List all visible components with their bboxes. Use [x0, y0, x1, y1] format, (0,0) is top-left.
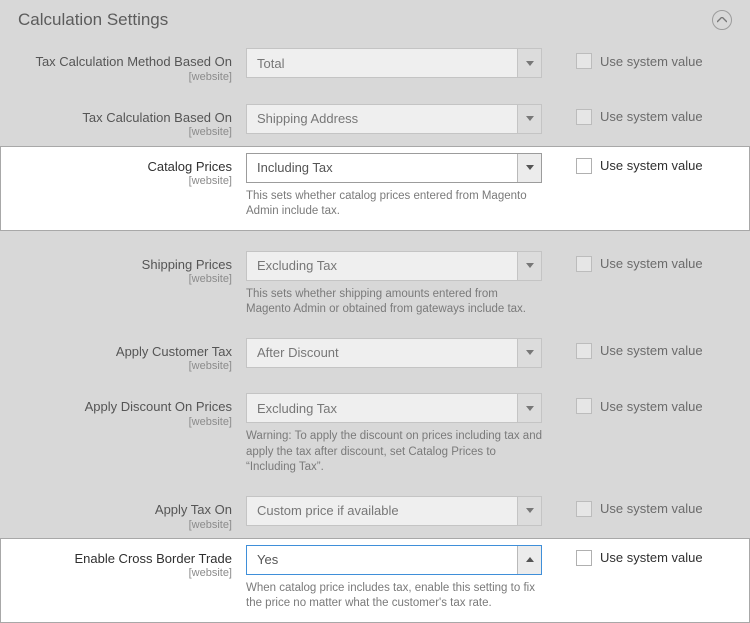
field-scope: [website] [14, 360, 232, 373]
field-scope: [website] [14, 273, 232, 286]
select-value: Total [257, 56, 284, 71]
use-system-label: Use system value [600, 343, 703, 358]
chevron-up-icon [717, 17, 727, 23]
apply-discount-on-prices-select[interactable]: Excluding Tax [246, 393, 542, 423]
field-scope: [website] [14, 416, 232, 429]
select-value: Shipping Address [257, 111, 358, 126]
use-system-checkbox[interactable] [576, 256, 592, 272]
enable-cross-border-trade-select[interactable]: Yes [246, 545, 542, 575]
chevron-down-icon [517, 154, 541, 182]
use-system-checkbox[interactable] [576, 109, 592, 125]
row-tax-calc-based-on: Tax Calculation Based On [website] Shipp… [0, 98, 750, 140]
field-label: Apply Discount On Prices [14, 399, 232, 415]
row-shipping-prices: Shipping Prices [website] Excluding Tax … [0, 245, 750, 318]
row-apply-discount-on-prices: Apply Discount On Prices [website] Exclu… [0, 387, 750, 476]
use-system-label: Use system value [600, 399, 703, 414]
field-label: Catalog Prices [14, 159, 232, 175]
field-hint: This sets whether shipping amounts enter… [246, 287, 542, 318]
chevron-down-icon [517, 497, 541, 525]
shipping-prices-select[interactable]: Excluding Tax [246, 251, 542, 281]
use-system-checkbox[interactable] [576, 53, 592, 69]
chevron-down-icon [517, 394, 541, 422]
field-label: Tax Calculation Based On [14, 110, 232, 126]
row-enable-cross-border-trade: Enable Cross Border Trade [website] Yes … [0, 538, 750, 623]
select-value: Custom price if available [257, 503, 399, 518]
use-system-label: Use system value [600, 501, 703, 516]
field-scope: [website] [14, 175, 232, 188]
chevron-down-icon [517, 105, 541, 133]
select-value: Including Tax [257, 160, 333, 175]
field-label: Tax Calculation Method Based On [14, 54, 232, 70]
use-system-label: Use system value [600, 256, 703, 271]
field-scope: [website] [14, 71, 232, 84]
row-apply-tax-on: Apply Tax On [website] Custom price if a… [0, 490, 750, 532]
select-value: Yes [257, 552, 278, 567]
apply-customer-tax-select[interactable]: After Discount [246, 338, 542, 368]
row-tax-calc-method: Tax Calculation Method Based On [website… [0, 42, 750, 84]
row-apply-customer-tax: Apply Customer Tax [website] After Disco… [0, 332, 750, 374]
field-scope: [website] [14, 126, 232, 139]
chevron-down-icon [517, 49, 541, 77]
calculation-settings-panel: Calculation Settings Tax Calculation Met… [0, 0, 750, 623]
use-system-checkbox[interactable] [576, 501, 592, 517]
use-system-label: Use system value [600, 109, 703, 124]
use-system-checkbox[interactable] [576, 398, 592, 414]
section-title: Calculation Settings [18, 10, 168, 30]
field-hint: Warning: To apply the discount on prices… [246, 429, 542, 476]
select-value: Excluding Tax [257, 401, 337, 416]
use-system-label: Use system value [600, 550, 703, 565]
use-system-checkbox[interactable] [576, 550, 592, 566]
chevron-down-icon [517, 339, 541, 367]
row-catalog-prices: Catalog Prices [website] Including Tax T… [0, 146, 750, 231]
select-value: Excluding Tax [257, 258, 337, 273]
chevron-down-icon [517, 252, 541, 280]
collapse-toggle[interactable] [712, 10, 732, 30]
tax-calc-based-on-select[interactable]: Shipping Address [246, 104, 542, 134]
field-scope: [website] [14, 519, 232, 532]
use-system-checkbox[interactable] [576, 343, 592, 359]
field-label: Enable Cross Border Trade [14, 551, 232, 567]
field-hint: When catalog price includes tax, enable … [246, 581, 542, 612]
panel-header: Calculation Settings [0, 0, 750, 42]
select-value: After Discount [257, 345, 339, 360]
use-system-label: Use system value [600, 54, 703, 69]
field-scope: [website] [14, 567, 232, 580]
use-system-checkbox[interactable] [576, 158, 592, 174]
chevron-up-icon [517, 546, 541, 574]
use-system-label: Use system value [600, 158, 703, 173]
field-label: Apply Customer Tax [14, 344, 232, 360]
catalog-prices-select[interactable]: Including Tax [246, 153, 542, 183]
apply-tax-on-select[interactable]: Custom price if available [246, 496, 542, 526]
field-label: Apply Tax On [14, 502, 232, 518]
tax-calc-method-select[interactable]: Total [246, 48, 542, 78]
field-label: Shipping Prices [14, 257, 232, 273]
field-hint: This sets whether catalog prices entered… [246, 189, 542, 220]
settings-rows: Tax Calculation Method Based On [website… [0, 42, 750, 623]
